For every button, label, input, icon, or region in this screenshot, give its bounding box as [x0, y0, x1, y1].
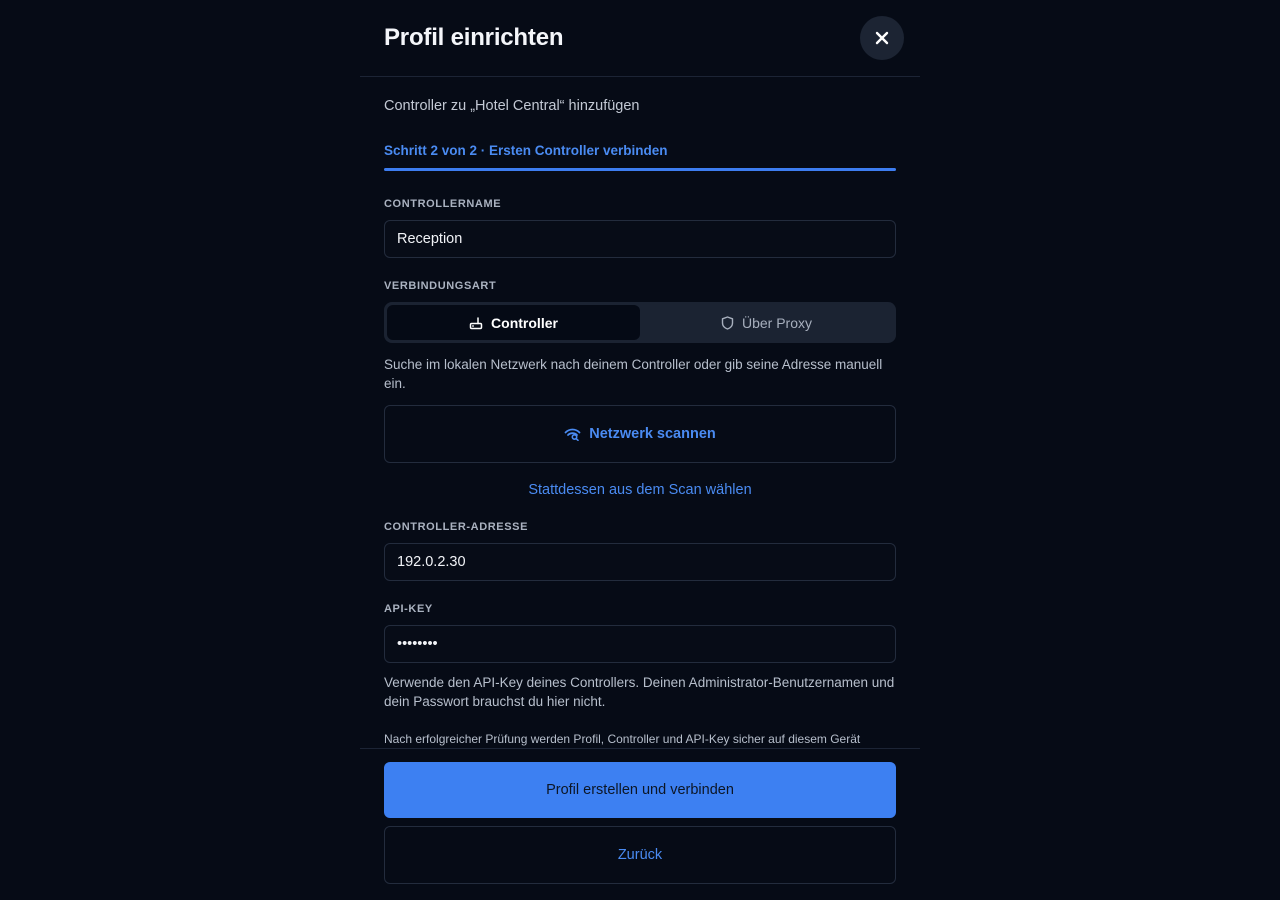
- storage-note: Nach erfolgreicher Prüfung werden Profil…: [384, 732, 861, 746]
- scan-network-label: Netzwerk scannen: [589, 426, 716, 442]
- api-key-input[interactable]: [384, 625, 896, 663]
- wifi-scan-icon: [564, 427, 581, 441]
- controller-name-label: CONTROLLERNAME: [384, 198, 502, 210]
- dialog-header: Profil einrichten: [360, 0, 920, 77]
- connection-option-proxy-label: Über Proxy: [741, 314, 813, 331]
- step-progress-bar: [384, 168, 896, 171]
- connection-type-toggle: Controller Über Proxy: [384, 302, 896, 343]
- api-key-label: API-KEY: [384, 603, 433, 615]
- connection-help-text: Suche im lokalen Netzwerk nach deinem Co…: [384, 357, 883, 391]
- step-indicator: Schritt 2 von 2 · Ersten Controller verb…: [384, 143, 668, 158]
- connection-option-controller-label: Controller: [491, 314, 558, 331]
- close-button[interactable]: [860, 16, 904, 60]
- shield-icon: [721, 315, 734, 330]
- connection-option-proxy[interactable]: Über Proxy: [640, 305, 893, 340]
- router-icon: [469, 316, 483, 330]
- controller-address-input[interactable]: [384, 543, 896, 581]
- api-key-help-text: Verwende den API-Key deines Controllers.…: [384, 675, 895, 709]
- controller-name-input[interactable]: [384, 220, 896, 258]
- create-profile-button[interactable]: Profil erstellen und verbinden: [384, 762, 896, 818]
- connection-type-label: VERBINDUNGSART: [384, 280, 497, 292]
- dialog-subtitle: Controller zu „Hotel Central“ hinzufügen: [384, 98, 640, 114]
- close-icon: [875, 31, 889, 45]
- controller-address-label: CONTROLLER-ADRESSE: [384, 521, 529, 533]
- choose-from-scan-link[interactable]: Stattdessen aus dem Scan wählen: [360, 482, 920, 498]
- dialog-title: Profil einrichten: [384, 24, 564, 51]
- connection-option-controller[interactable]: Controller: [387, 305, 640, 340]
- scan-network-button[interactable]: Netzwerk scannen: [384, 405, 896, 463]
- setup-dialog: Profil einrichten Controller zu „Hotel C…: [360, 0, 920, 900]
- back-button[interactable]: Zurück: [384, 826, 896, 884]
